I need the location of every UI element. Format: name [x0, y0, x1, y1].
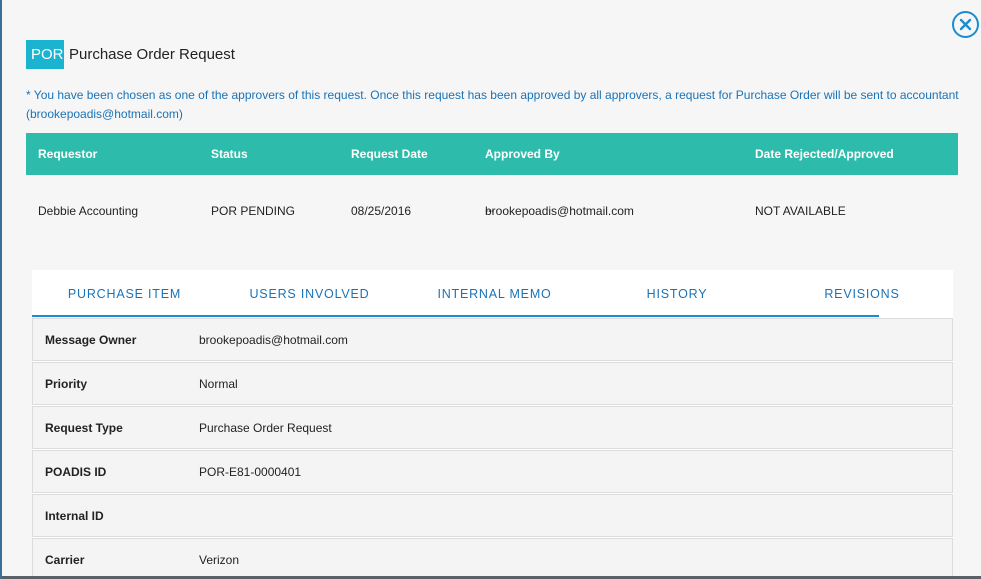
detail-value: Purchase Order Request [199, 421, 332, 435]
por-badge: POR [26, 40, 64, 69]
detail-label: Request Type [45, 421, 123, 435]
tab-active-indicator [32, 315, 879, 317]
detail-label: POADIS ID [45, 465, 107, 479]
request-date-value: 08/25/2016 [351, 204, 412, 218]
detail-row-message-owner: Message Owner brookepoadis@hotmail.com [32, 318, 953, 361]
purchase-order-modal: POR Purchase Order Request * You have be… [2, 0, 981, 576]
tab-users-involved[interactable]: USERS INVOLVED [217, 270, 402, 318]
detail-row-poadis-id: POADIS ID POR-E81-0000401 [32, 450, 953, 493]
column-header-request-date: Request Date [351, 147, 428, 161]
detail-label: Priority [45, 377, 88, 391]
tab-history[interactable]: HISTORY [587, 270, 767, 318]
summary-table-row: Debbie Accounting POR PENDING 08/25/2016… [26, 190, 958, 232]
detail-row-priority: Priority Normal [32, 362, 953, 405]
approved-by-value: brookepoadis@hotmail.com [485, 204, 634, 218]
detail-label: Message Owner [45, 333, 137, 347]
tab-bar: PURCHASE ITEM USERS INVOLVED INTERNAL ME… [32, 270, 953, 318]
detail-row-request-type: Request Type Purchase Order Request [32, 406, 953, 449]
modal-header: POR Purchase Order Request [26, 40, 235, 69]
summary-table-header: Requestor Status Request Date Approved B… [26, 133, 958, 175]
close-button[interactable] [952, 11, 979, 38]
detail-value: POR-E81-0000401 [199, 465, 302, 479]
tab-purchase-item[interactable]: PURCHASE ITEM [32, 270, 217, 318]
column-header-status: Status [211, 147, 248, 161]
detail-value: Normal [199, 377, 238, 391]
detail-row-internal-id: Internal ID [32, 494, 953, 537]
page-title: Purchase Order Request [69, 46, 235, 63]
detail-row-carrier: Carrier Verizon [32, 538, 953, 576]
status-value: POR PENDING [211, 204, 296, 218]
detail-label: Carrier [45, 553, 85, 567]
column-header-requestor: Requestor [38, 147, 98, 161]
column-header-date-rejected-approved: Date Rejected/Approved [755, 147, 894, 161]
detail-value: Verizon [199, 553, 240, 567]
date-rejected-approved-value: NOT AVAILABLE [755, 204, 846, 218]
approver-notice: * You have been chosen as one of the app… [26, 88, 959, 121]
detail-label: Internal ID [45, 509, 104, 523]
requestor-value: Debbie Accounting [38, 204, 139, 218]
close-icon [959, 18, 972, 31]
details-panel: Message Owner brookepoadis@hotmail.com P… [32, 318, 953, 576]
tab-revisions[interactable]: REVISIONS [767, 270, 957, 318]
column-header-approved-by: Approved By [485, 147, 560, 161]
detail-value: brookepoadis@hotmail.com [199, 333, 348, 347]
tab-internal-memo[interactable]: INTERNAL MEMO [402, 270, 587, 318]
